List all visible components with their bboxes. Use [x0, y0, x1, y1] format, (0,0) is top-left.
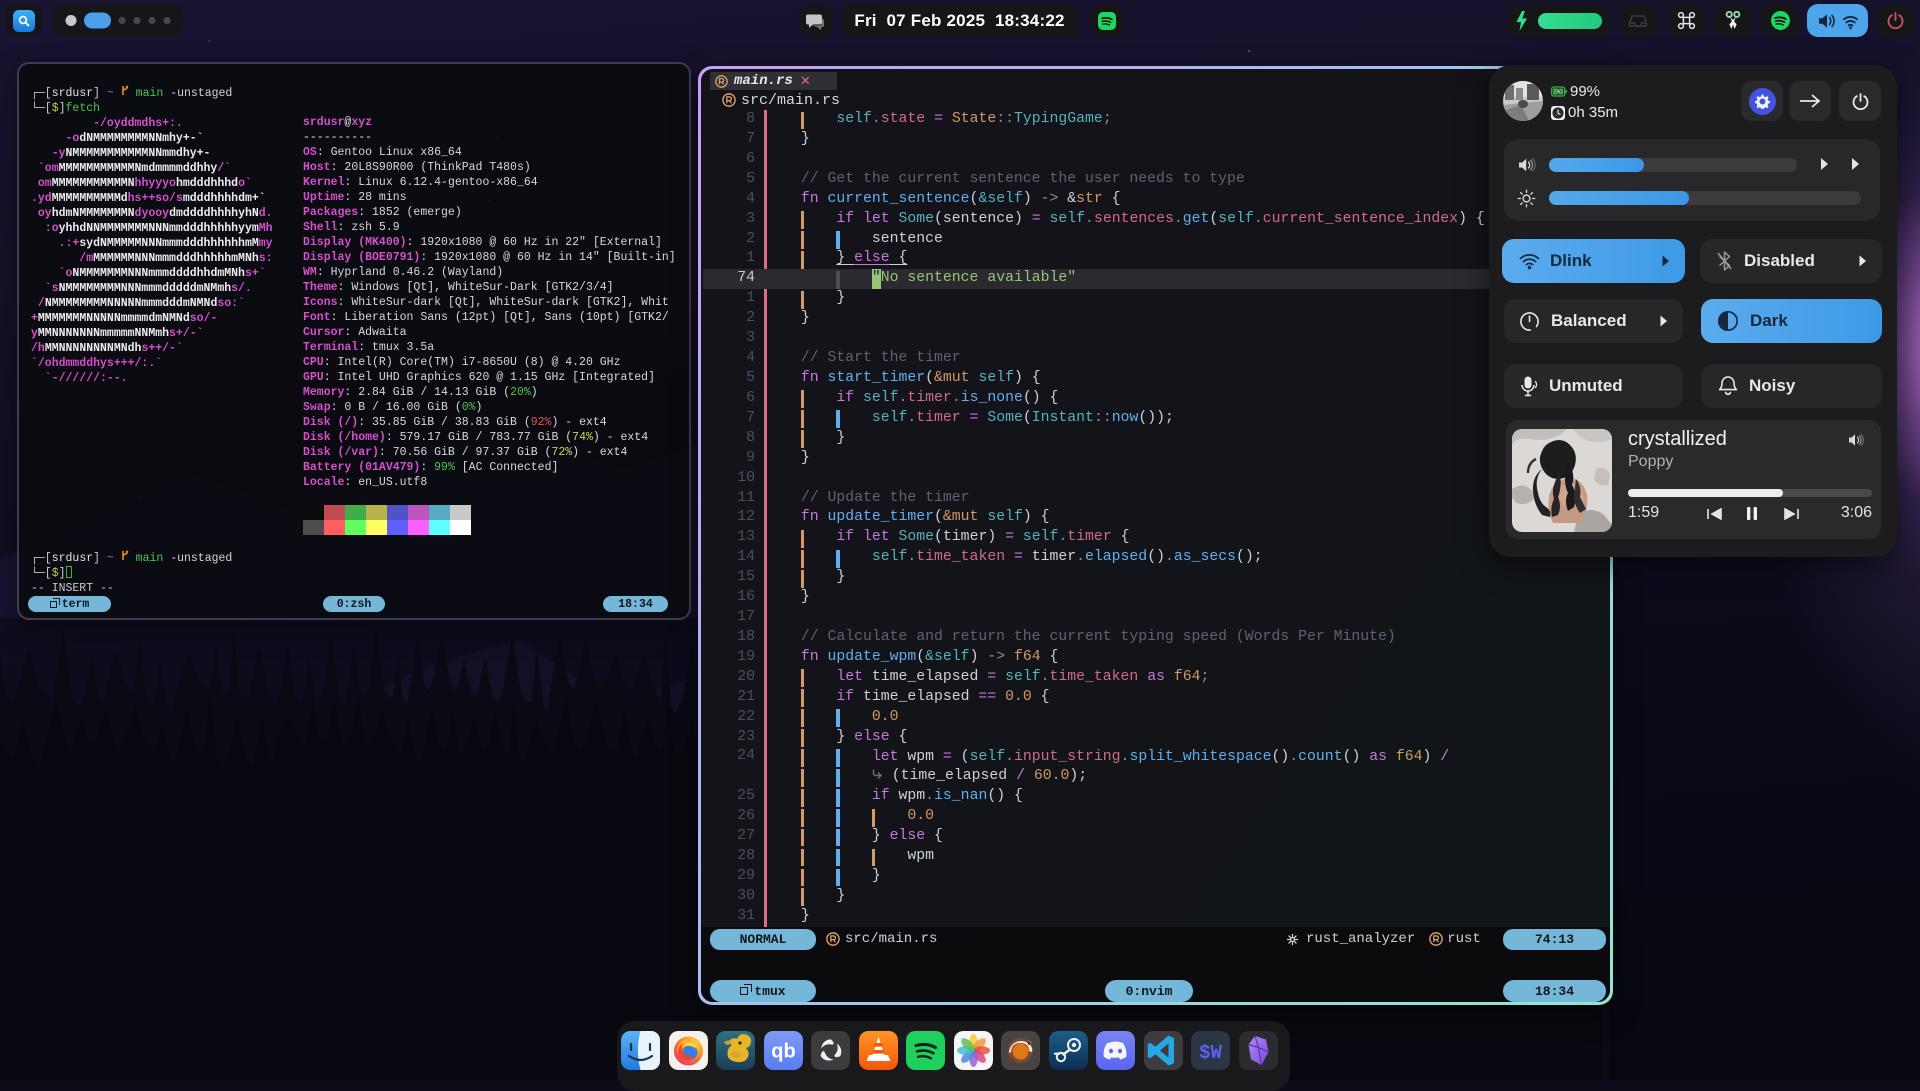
svg-text:qb: qb [771, 1041, 795, 1063]
svg-text:$W: $W [1199, 1042, 1222, 1064]
